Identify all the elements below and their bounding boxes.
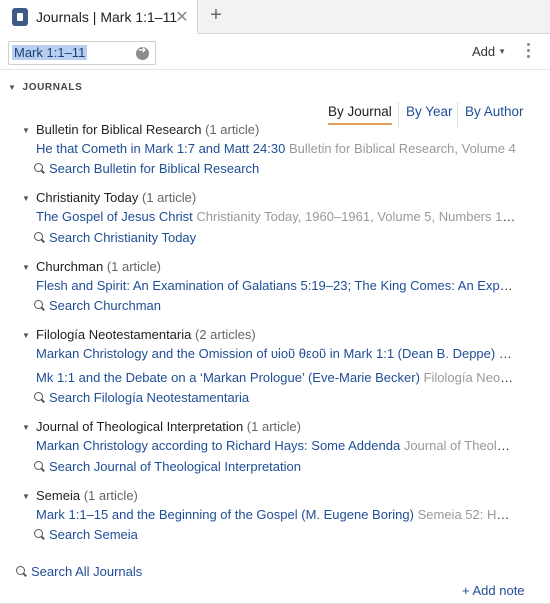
section-header[interactable]: ▼ JOURNALS [8,82,82,93]
article-count: (1 article) [246,419,301,434]
journal-name: Journal of Theological Interpretation [36,419,244,434]
toolbar: Mark 1:1–11 Add▼ [0,34,550,70]
article-row[interactable]: Mk 1:1 and the Debate on a ‘Markan Prolo… [36,370,516,385]
article-source: Filología Neote… [423,370,516,385]
search-icon [16,566,27,577]
search-icon [34,529,45,540]
article-source: Fil… [498,346,516,361]
journal-title[interactable]: Churchman (1 article) [36,259,161,274]
collapse-caret-icon[interactable]: ▼ [22,263,30,272]
tab-by-year[interactable]: By Year [406,104,453,119]
tab-by-author[interactable]: By Author [465,104,524,119]
collapse-caret-icon[interactable]: ▼ [22,194,30,203]
search-journal-link[interactable]: Search Filología Neotestamentaria [34,390,249,405]
search-journal-link[interactable]: Search Journal of Theological Interpreta… [34,459,301,474]
search-journal-label: Search Journal of Theological Interpreta… [49,459,301,474]
article-source: Bulletin for Biblical Research, Volume 4 [288,141,516,156]
search-journal-label: Search Filología Neotestamentaria [49,390,250,405]
journals-panel: ▼ JOURNALS By Journal By Year By Author ▼… [0,70,550,604]
article-count: (1 article) [106,259,162,274]
tab-title: Journals | Mark 1:1–11 [36,9,178,25]
search-journal-label: Search Bulletin for Biblical Research [49,161,260,176]
search-icon [34,392,45,403]
article-title[interactable]: Mk 1:1 and the Debate on a ‘Markan Prolo… [36,370,420,385]
article-row[interactable]: Markan Christology and the Omission of υ… [36,346,516,361]
add-tab-button[interactable]: + [206,4,226,27]
close-icon[interactable]: ✕ [174,7,190,27]
article-count: (1 article) [142,190,197,205]
collapse-caret-icon[interactable]: ▼ [22,126,30,135]
book-icon [12,8,28,26]
article-row[interactable]: Markan Christology according to Richard … [36,438,516,453]
search-all-label: Search All Journals [31,564,143,579]
journal-title[interactable]: Bulletin for Biblical Research (1 articl… [36,122,259,137]
article-title[interactable]: The Gospel of Jesus Christ [36,209,193,224]
journal-title[interactable]: Semeia (1 article) [36,488,138,503]
reference-input[interactable]: Mark 1:1–11 [8,41,156,65]
search-all-journals-link[interactable]: Search All Journals [16,564,142,579]
journal-title[interactable]: Filología Neotestamentaria (2 articles) [36,327,256,342]
add-note-button[interactable]: + Add note [462,583,525,598]
article-count: (2 articles) [194,327,256,342]
journal-name: Christianity Today [36,190,139,205]
tab-journals[interactable]: Journals | Mark 1:1–11 ✕ [0,0,198,34]
search-journal-link[interactable]: Search Semeia [34,527,138,542]
search-icon [34,163,45,174]
search-journal-link[interactable]: Search Christianity Today [34,230,196,245]
article-title[interactable]: Mark 1:1–15 and the Beginning of the Gos… [36,507,414,522]
article-source: Journal of Theolo… [403,438,516,453]
article-row[interactable]: The Gospel of Jesus Christ Christianity … [36,209,516,224]
add-menu-button[interactable]: Add ▼ [472,44,506,59]
chevron-down-icon: ▼ [498,47,507,56]
search-journal-link[interactable]: Search Churchman [34,298,161,313]
article-title[interactable]: Markan Christology and the Omission of υ… [36,346,495,361]
collapse-caret-icon: ▼ [8,83,17,92]
journal-name: Filología Neotestamentaria [36,327,192,342]
article-row[interactable]: He that Cometh in Mark 1:7 and Matt 24:3… [36,141,516,156]
search-journal-label: Search Christianity Today [49,230,197,245]
search-icon [34,232,45,243]
collapse-caret-icon[interactable]: ▼ [22,492,30,501]
journal-title[interactable]: Christianity Today (1 article) [36,190,196,205]
article-source: Christianity Today, 1960–1961, Volume 5,… [196,209,516,224]
journal-name: Semeia [36,488,81,503]
search-journal-label: Search Churchman [49,298,161,313]
more-options-icon[interactable] [524,43,532,63]
journal-name: Bulletin for Biblical Research [36,122,202,137]
article-title[interactable]: Flesh and Spirit: An Examination of Gala… [36,278,516,293]
article-row[interactable]: Mark 1:1–15 and the Beginning of the Gos… [36,507,516,522]
article-count: (1 article) [205,122,260,137]
collapse-caret-icon[interactable]: ▼ [22,423,30,432]
search-icon [34,300,45,311]
article-count: (1 article) [83,488,138,503]
reference-text[interactable]: Mark 1:1–11 [12,45,88,60]
search-journal-label: Search Semeia [49,527,138,542]
search-journal-link[interactable]: Search Bulletin for Biblical Research [34,161,259,176]
go-arrow-icon[interactable] [136,45,149,60]
article-title[interactable]: Markan Christology according to Richard … [36,438,400,453]
search-icon [34,461,45,472]
tab-by-journal[interactable]: By Journal [328,104,392,125]
divider [457,102,458,128]
add-label: Add [472,44,496,59]
journal-name: Churchman [36,259,104,274]
journal-title[interactable]: Journal of Theological Interpretation (1… [36,419,301,434]
section-title: JOURNALS [22,82,83,93]
article-title[interactable]: He that Cometh in Mark 1:7 and Matt 24:3… [36,141,285,156]
tab-strip: Journals | Mark 1:1–11 ✕ + [0,0,550,34]
article-source: Semeia 52: How… [417,507,516,522]
article-row[interactable]: Flesh and Spirit: An Examination of Gala… [36,278,516,293]
collapse-caret-icon[interactable]: ▼ [22,331,30,340]
divider [398,102,399,128]
